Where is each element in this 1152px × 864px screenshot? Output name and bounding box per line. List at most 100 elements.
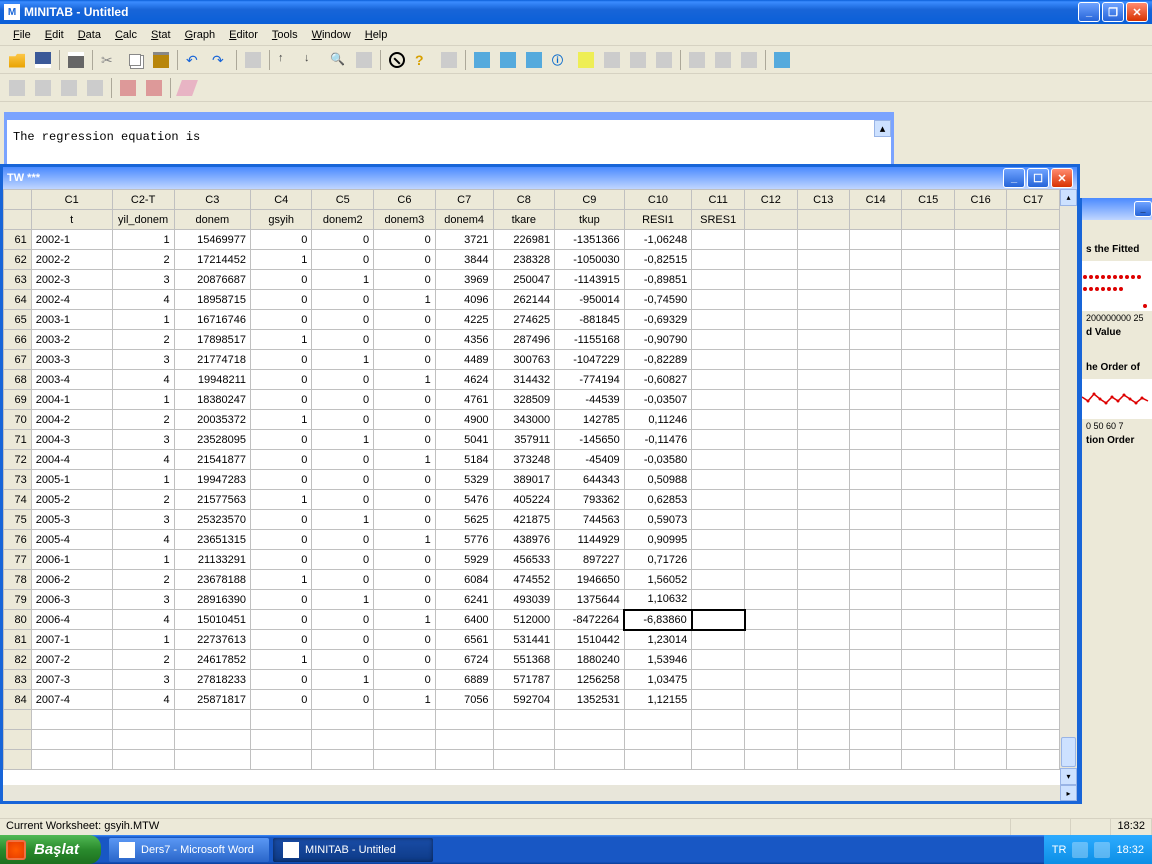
- cell[interactable]: [954, 410, 1006, 430]
- cell[interactable]: -0,82289: [624, 350, 692, 370]
- tray-icon[interactable]: [1094, 842, 1110, 858]
- cell[interactable]: [902, 530, 954, 550]
- cell[interactable]: 0: [374, 310, 436, 330]
- cell[interactable]: 0: [374, 390, 436, 410]
- clock[interactable]: 18:32: [1116, 844, 1144, 856]
- cell[interactable]: 4356: [435, 330, 493, 350]
- table-row[interactable]: 742005-222157756310054764052247933620,62…: [4, 490, 1060, 510]
- cell[interactable]: 262144: [493, 290, 555, 310]
- cell[interactable]: 23528095: [174, 430, 250, 450]
- cell[interactable]: 1: [112, 390, 174, 410]
- redo-button[interactable]: [208, 49, 232, 71]
- cell[interactable]: [954, 710, 1006, 730]
- cell[interactable]: [1007, 350, 1060, 370]
- cell[interactable]: -0,03507: [624, 390, 692, 410]
- cell[interactable]: 1375644: [555, 590, 625, 610]
- cell[interactable]: [797, 630, 849, 650]
- cell[interactable]: [849, 590, 901, 610]
- cell[interactable]: 421875: [493, 510, 555, 530]
- cell[interactable]: 2: [112, 250, 174, 270]
- cell[interactable]: [954, 530, 1006, 550]
- cell[interactable]: 5476: [435, 490, 493, 510]
- cell[interactable]: 3: [112, 350, 174, 370]
- row-number[interactable]: 71: [4, 430, 32, 450]
- cell[interactable]: -0,69329: [624, 310, 692, 330]
- cell[interactable]: [902, 690, 954, 710]
- cell[interactable]: [624, 730, 692, 750]
- cell[interactable]: 0: [374, 330, 436, 350]
- table-row[interactable]: 692004-11183802470004761328509-44539-0,0…: [4, 390, 1060, 410]
- row-number[interactable]: 75: [4, 510, 32, 530]
- cell[interactable]: 2004-2: [31, 410, 112, 430]
- cell[interactable]: [797, 730, 849, 750]
- column-name[interactable]: [745, 210, 797, 230]
- cell[interactable]: [1007, 290, 1060, 310]
- cell[interactable]: 1: [312, 270, 374, 290]
- table-row[interactable]: 822007-2224617852100672455136818802401,5…: [4, 650, 1060, 670]
- cell[interactable]: -950014: [555, 290, 625, 310]
- column-id[interactable]: C9: [555, 190, 625, 210]
- table-row[interactable]: 702004-222003537210049003430001427850,11…: [4, 410, 1060, 430]
- cell[interactable]: [374, 750, 436, 770]
- cell[interactable]: 4: [112, 530, 174, 550]
- cell[interactable]: [797, 510, 849, 530]
- cell[interactable]: [849, 670, 901, 690]
- cell[interactable]: 0: [251, 610, 312, 630]
- find-button[interactable]: [326, 49, 350, 71]
- row-number[interactable]: 67: [4, 350, 32, 370]
- cell[interactable]: [692, 510, 745, 530]
- cell[interactable]: [849, 530, 901, 550]
- toolbar-button[interactable]: [31, 77, 55, 99]
- row-number[interactable]: 72: [4, 450, 32, 470]
- cell[interactable]: 22737613: [174, 630, 250, 650]
- cell[interactable]: [692, 690, 745, 710]
- row-number[interactable]: 64: [4, 290, 32, 310]
- cell[interactable]: 0: [251, 590, 312, 610]
- cell[interactable]: 4096: [435, 290, 493, 310]
- cell[interactable]: 2: [112, 570, 174, 590]
- scroll-up-button[interactable]: ▴: [874, 120, 891, 137]
- cell[interactable]: [797, 550, 849, 570]
- cell[interactable]: [954, 650, 1006, 670]
- cell[interactable]: 1: [374, 450, 436, 470]
- cell[interactable]: [902, 730, 954, 750]
- row-number[interactable]: 76: [4, 530, 32, 550]
- column-name[interactable]: donem3: [374, 210, 436, 230]
- cell[interactable]: [954, 370, 1006, 390]
- cell[interactable]: 4225: [435, 310, 493, 330]
- cell[interactable]: 1,23014: [624, 630, 692, 650]
- cell[interactable]: [902, 370, 954, 390]
- cell[interactable]: 3844: [435, 250, 493, 270]
- table-row[interactable]: [4, 730, 1060, 750]
- cell[interactable]: 2007-1: [31, 630, 112, 650]
- cell[interactable]: [902, 450, 954, 470]
- cell[interactable]: 1144929: [555, 530, 625, 550]
- row-number[interactable]: 79: [4, 590, 32, 610]
- column-id[interactable]: C10: [624, 190, 692, 210]
- cell[interactable]: [797, 530, 849, 550]
- cell[interactable]: 238328: [493, 250, 555, 270]
- cell[interactable]: [954, 630, 1006, 650]
- cell[interactable]: 1: [251, 410, 312, 430]
- cell[interactable]: 4624: [435, 370, 493, 390]
- cell[interactable]: 0: [374, 350, 436, 370]
- cell[interactable]: 1: [251, 490, 312, 510]
- cell[interactable]: [1007, 490, 1060, 510]
- cell[interactable]: 0: [374, 550, 436, 570]
- column-name[interactable]: RESI1: [624, 210, 692, 230]
- row-number[interactable]: 62: [4, 250, 32, 270]
- cell[interactable]: [1007, 650, 1060, 670]
- cell[interactable]: [1007, 590, 1060, 610]
- vertical-scrollbar[interactable]: ▴ ▾: [1060, 189, 1077, 785]
- cell[interactable]: [692, 310, 745, 330]
- cell[interactable]: 1: [312, 670, 374, 690]
- cell[interactable]: 2005-2: [31, 490, 112, 510]
- cell[interactable]: 4761: [435, 390, 493, 410]
- cell[interactable]: 21541877: [174, 450, 250, 470]
- cell[interactable]: 2007-2: [31, 650, 112, 670]
- toolbar-button[interactable]: [352, 49, 376, 71]
- cell[interactable]: 2004-4: [31, 450, 112, 470]
- cell[interactable]: [692, 350, 745, 370]
- cell[interactable]: 0: [312, 690, 374, 710]
- cell[interactable]: 5041: [435, 430, 493, 450]
